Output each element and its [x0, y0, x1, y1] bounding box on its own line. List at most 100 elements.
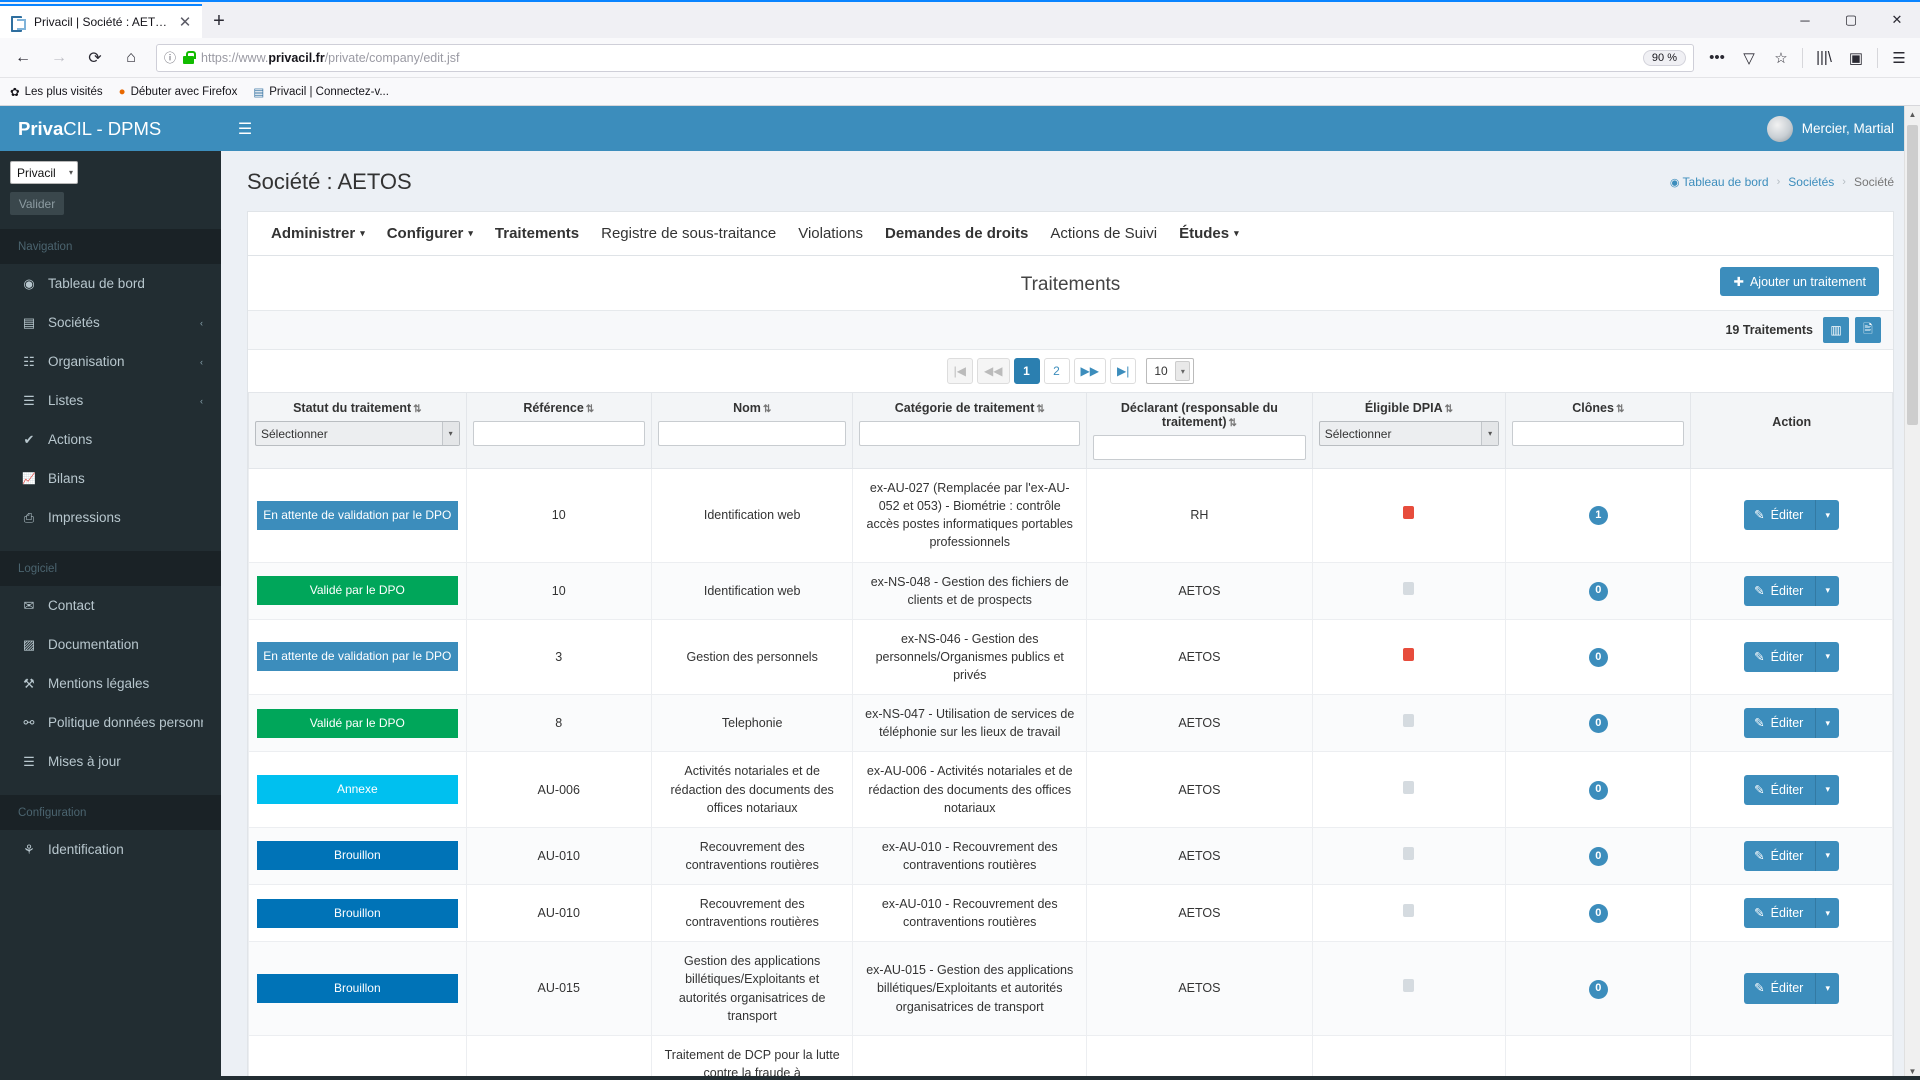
validate-button[interactable]: Valider — [10, 192, 64, 215]
edit-dropdown-toggle[interactable]: ▾ — [1815, 575, 1840, 606]
back-icon[interactable]: ← — [6, 42, 40, 74]
sidebar-item-tableau-de-bord[interactable]: ◉ Tableau de bord — [0, 264, 221, 303]
tab-registre-de-sous-traitance[interactable]: Registre de sous-traitance — [590, 212, 787, 256]
bookmark-item[interactable]: ✿ Les plus visités — [10, 85, 103, 99]
export-icon[interactable]: 🖹 — [1855, 317, 1881, 343]
edit-button[interactable]: ✎ Éditer — [1744, 973, 1816, 1004]
edit-dropdown-toggle[interactable]: ▾ — [1815, 708, 1840, 739]
pager-next-button[interactable]: ▶▶ — [1073, 358, 1106, 384]
edit-dropdown-toggle[interactable]: ▾ — [1815, 898, 1840, 929]
breadcrumb-item-societes[interactable]: Sociétés — [1788, 175, 1834, 189]
close-tab-icon[interactable]: ✕ — [176, 13, 194, 31]
table-row[interactable]: Brouillon AU-010 Recouvrement des contrave… — [248, 826, 1893, 886]
pager-page-1[interactable]: 1 — [1013, 358, 1040, 384]
filter-dpia-select[interactable]: Sélectionner ▾ — [1318, 421, 1500, 446]
edit-button[interactable]: ✎ Éditer — [1744, 641, 1816, 672]
sidebar-item-identification[interactable]: ⚘ Identification — [0, 830, 221, 869]
maximize-icon[interactable]: ▢ — [1828, 2, 1874, 38]
table-row[interactable]: Annexe AU-006 Activités notariales et de r… — [248, 751, 1893, 828]
edit-dropdown-toggle[interactable]: ▾ — [1815, 641, 1840, 672]
edit-dropdown-toggle[interactable]: ▾ — [1815, 774, 1840, 805]
clone-count-badge[interactable]: 0 — [1588, 904, 1608, 924]
filter-statut-select[interactable]: Sélectionner ▾ — [255, 421, 460, 446]
pager-page-2[interactable]: 2 — [1043, 358, 1070, 384]
sidebar-item-bilans[interactable]: 📈 Bilans — [0, 459, 221, 498]
bookmark-item[interactable]: ▤ Privacil | Connectez-v... — [253, 85, 389, 99]
page-size-select[interactable]: 10 ▾ — [1146, 358, 1195, 384]
breadcrumb-item-dashboard[interactable]: ◉ Tableau de bord — [1670, 175, 1769, 189]
tab-administrer[interactable]: Administrer ▾ — [260, 212, 376, 256]
tab-violations[interactable]: Violations — [787, 212, 874, 256]
address-bar[interactable]: ⓘ https://www.privacil.fr/private/compan… — [156, 43, 1694, 72]
table-row[interactable]: En attente de validation par le DPO 3 Gest… — [248, 618, 1893, 696]
filter-nom-input[interactable] — [657, 421, 847, 446]
sidebar-item-organisation[interactable]: ☷ Organisation ‹ — [0, 342, 221, 381]
add-traitement-button[interactable]: ✚ Ajouter un traitement — [1720, 267, 1879, 296]
filter-clones-input[interactable] — [1512, 421, 1685, 446]
browser-tab[interactable]: Privacil | Société : AETOS ✕ — [0, 4, 202, 38]
forward-icon[interactable]: → — [42, 42, 76, 74]
tab-demandes-de-droits[interactable]: Demandes de droits — [874, 212, 1039, 256]
clone-count-badge[interactable]: 0 — [1588, 581, 1608, 601]
sidebar-item-listes[interactable]: ☰ Listes ‹ — [0, 381, 221, 420]
filter-declarant-input[interactable] — [1093, 435, 1306, 460]
context-select[interactable]: Privacil ▾ — [10, 161, 78, 184]
clone-count-badge[interactable]: 0 — [1588, 979, 1608, 999]
sidebar-item-politique-donnees-personnelles[interactable]: ⚯ Politique données personnelles — [0, 703, 221, 742]
column-clones[interactable]: Clônes ⇅ — [1505, 392, 1692, 469]
columns-toggle-icon[interactable]: ▥ — [1823, 317, 1849, 343]
clone-count-badge[interactable]: 1 — [1588, 506, 1608, 526]
filter-categorie-input[interactable] — [859, 421, 1081, 446]
edit-button[interactable]: ✎ Éditer — [1744, 774, 1816, 805]
bookmark-item[interactable]: ● Débuter avec Firefox — [119, 86, 238, 98]
edit-button[interactable]: ✎ Éditer — [1744, 708, 1816, 739]
sidebar-toggle-icon[interactable]: ▣ — [1841, 43, 1871, 73]
app-brand[interactable]: Priva CIL - DPMS — [0, 106, 221, 151]
page-scrollbar[interactable]: ▲ ▼ — [1904, 106, 1920, 1080]
table-row[interactable]: Brouillon AU-010 Recouvrement des contrave… — [248, 883, 1893, 943]
scrollbar-track[interactable] — [1905, 123, 1920, 1063]
zoom-level-badge[interactable]: 90 % — [1642, 49, 1686, 66]
scroll-up-icon[interactable]: ▲ — [1905, 106, 1920, 123]
page-actions-icon[interactable]: ••• — [1702, 43, 1732, 73]
column-reference[interactable]: Référence ⇅ — [465, 392, 652, 469]
column-declarant[interactable]: Déclarant (responsable du traitement) ⇅ — [1086, 392, 1313, 469]
scrollbar-thumb[interactable] — [1907, 125, 1918, 425]
edit-button[interactable]: ✎ Éditer — [1744, 575, 1816, 606]
tab-actions-de-suivi[interactable]: Actions de Suivi — [1039, 212, 1168, 256]
library-icon[interactable]: |||\ — [1809, 43, 1839, 73]
user-menu[interactable]: Mercier, Martial — [1766, 115, 1920, 142]
new-tab-button[interactable]: + — [202, 4, 236, 38]
page-info-icon[interactable]: ⓘ — [164, 49, 176, 66]
sidebar-item-documentation[interactable]: ▨ Documentation — [0, 625, 221, 664]
edit-dropdown-toggle[interactable]: ▾ — [1815, 840, 1840, 871]
clone-count-badge[interactable]: 0 — [1588, 780, 1608, 800]
sidebar-item-actions[interactable]: ✔ Actions — [0, 420, 221, 459]
sidebar-item-mises-a-jour[interactable]: ☰ Mises à jour — [0, 742, 221, 781]
minimize-icon[interactable]: ─ — [1782, 2, 1828, 38]
edit-button[interactable]: ✎ Éditer — [1744, 898, 1816, 929]
filter-reference-input[interactable] — [472, 421, 645, 446]
bookmark-star-icon[interactable]: ☆ — [1766, 43, 1796, 73]
home-icon[interactable]: ⌂ — [114, 42, 148, 74]
column-categorie[interactable]: Catégorie de traitement ⇅ — [852, 392, 1088, 469]
table-row[interactable]: En attente de validation par le DPO 10 Ide… — [248, 468, 1893, 563]
table-row[interactable]: Validé par le DPO 10 Identification web ex-… — [248, 561, 1893, 620]
tab-etudes[interactable]: Études ▾ — [1168, 212, 1250, 256]
clone-count-badge[interactable]: 0 — [1588, 847, 1608, 867]
clone-count-badge[interactable]: 0 — [1588, 714, 1608, 734]
sidebar-item-mentions-legales[interactable]: ⚒ Mentions légales — [0, 664, 221, 703]
pager-first-button[interactable]: |◀ — [946, 358, 974, 384]
sidebar-item-impressions[interactable]: ⎙ Impressions — [0, 498, 221, 537]
clone-count-badge[interactable]: 0 — [1588, 648, 1608, 668]
column-statut[interactable]: Statut du traitement ⇅ Sélectionner ▾ — [248, 392, 467, 469]
column-eligible-dpia[interactable]: Éligible DPIA ⇅ Sélectionner ▾ — [1311, 392, 1507, 469]
app-menu-icon[interactable]: ☰ — [1884, 43, 1914, 73]
column-nom[interactable]: Nom ⇅ — [650, 392, 854, 469]
reload-icon[interactable]: ⟳ — [78, 42, 112, 74]
edit-dropdown-toggle[interactable]: ▾ — [1815, 973, 1840, 1004]
edit-dropdown-toggle[interactable]: ▾ — [1815, 500, 1840, 531]
pocket-icon[interactable]: ▽ — [1734, 43, 1764, 73]
sidebar-item-societes[interactable]: ▤ Sociétés ‹ — [0, 303, 221, 342]
tab-configurer[interactable]: Configurer ▾ — [376, 212, 484, 256]
